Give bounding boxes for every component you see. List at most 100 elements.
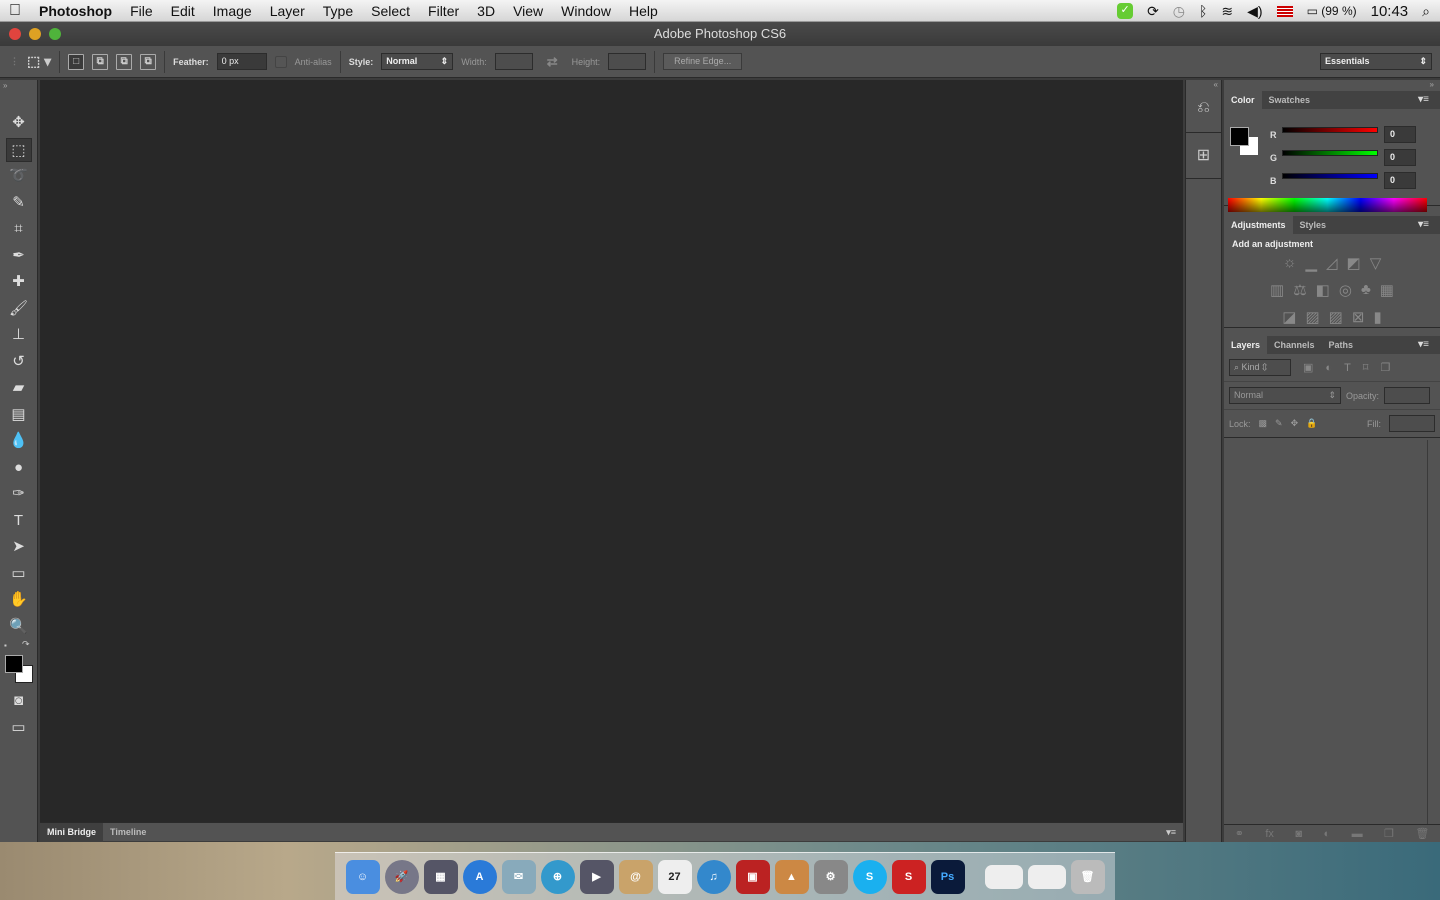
curves-icon[interactable]: ◿ [1326, 254, 1338, 272]
system-preferences-icon[interactable]: ⚙ [813, 859, 848, 894]
sync-icon[interactable]: ⟳ [1147, 3, 1159, 20]
trash-icon[interactable]: 🗑 [1070, 859, 1105, 894]
launchpad-icon[interactable]: 🚀 [384, 859, 419, 894]
menu-help[interactable]: Help [620, 3, 667, 19]
blur-tool[interactable]: 💧 [6, 429, 32, 453]
time-machine-icon[interactable]: ◷ [1173, 3, 1185, 20]
photo-booth-icon[interactable]: ▣ [735, 859, 770, 894]
menu-file[interactable]: File [121, 3, 162, 19]
menu-type[interactable]: Type [314, 3, 362, 19]
tab-styles[interactable]: Styles [1293, 216, 1334, 234]
menu-window[interactable]: Window [552, 3, 620, 19]
swap-icon[interactable]: ⇄ [541, 54, 564, 70]
blue-value[interactable]: 0 [1384, 172, 1416, 189]
workspace-select[interactable]: Essentials ⇕ [1320, 53, 1432, 70]
color-lookup-icon[interactable]: ▦ [1380, 281, 1394, 299]
contacts-icon[interactable]: @ [618, 859, 653, 894]
add-to-selection-icon[interactable]: ⧉ [92, 53, 109, 70]
exposure-icon[interactable]: ◩ [1347, 254, 1361, 272]
sketchbook-icon[interactable]: S [891, 859, 926, 894]
expand-icon[interactable]: » [1224, 80, 1440, 91]
close-button[interactable] [9, 28, 21, 40]
menu-select[interactable]: Select [362, 3, 419, 19]
minimize-button[interactable] [29, 28, 41, 40]
menu-view[interactable]: View [504, 3, 552, 19]
tool-preset-picker[interactable]: ⬚ ▾ [27, 53, 51, 70]
red-slider[interactable] [1282, 127, 1378, 133]
blend-mode-select[interactable]: Normal ⇕ [1229, 387, 1341, 404]
antialias-checkbox[interactable] [274, 55, 287, 68]
lock-position-icon[interactable]: ✥ [1291, 418, 1299, 429]
menu-image[interactable]: Image [204, 3, 261, 19]
swap-colors-icon[interactable]: ↷ [22, 639, 30, 650]
subtract-from-selection-icon[interactable]: ⧉ [116, 53, 133, 70]
skype-icon[interactable]: S [852, 859, 887, 894]
red-value[interactable]: 0 [1384, 126, 1416, 143]
menu-3d[interactable]: 3D [468, 3, 504, 19]
new-layer-icon[interactable]: ❐ [1384, 827, 1394, 840]
tab-color[interactable]: Color [1224, 91, 1262, 109]
panel-menu-icon[interactable]: ▾≡ [1411, 336, 1436, 354]
intersect-selection-icon[interactable]: ⧉ [140, 53, 157, 70]
screen-mode-icon[interactable]: ▭ [6, 716, 32, 740]
vibrance-icon[interactable]: ▽ [1370, 254, 1382, 272]
gradient-tool[interactable]: ▤ [6, 403, 32, 427]
height-input[interactable] [608, 53, 647, 70]
width-input[interactable] [494, 53, 533, 70]
wifi-icon[interactable]: ≋ [1221, 3, 1233, 20]
add-mask-icon[interactable]: ◙ [1295, 828, 1302, 840]
facetime-icon[interactable]: ▶ [579, 859, 614, 894]
fill-input[interactable] [1389, 415, 1435, 432]
volume-icon[interactable]: ◀) [1247, 3, 1262, 20]
spotlight-icon[interactable]: ⌕ [1422, 3, 1430, 20]
history-panel-icon[interactable]: ⎌ [1186, 89, 1221, 133]
layer-style-icon[interactable]: fx [1265, 828, 1274, 840]
zoom-button[interactable] [49, 28, 61, 40]
tab-swatches[interactable]: Swatches [1262, 91, 1318, 109]
blue-slider[interactable] [1282, 173, 1378, 179]
filter-shape-icon[interactable]: ⌑ [1363, 361, 1369, 374]
opacity-input[interactable] [1384, 387, 1431, 404]
clock[interactable]: 10:43 [1371, 3, 1409, 20]
dodge-tool[interactable]: ● [6, 456, 32, 480]
color-spectrum[interactable] [1228, 198, 1427, 212]
tab-layers[interactable]: Layers [1224, 336, 1268, 354]
us-flag-icon[interactable] [1276, 5, 1293, 17]
lock-transparent-icon[interactable]: ▩ [1259, 418, 1268, 429]
tab-channels[interactable]: Channels [1267, 336, 1322, 354]
finder-icon[interactable]: ☺ [345, 859, 380, 894]
type-tool[interactable]: T [6, 509, 32, 533]
document-area[interactable] [40, 80, 1183, 822]
collapse-icon[interactable]: « [1186, 80, 1221, 89]
app-store-icon[interactable]: A [462, 859, 497, 894]
filter-pixel-icon[interactable]: ▣ [1303, 361, 1313, 374]
calendar-icon[interactable]: 27 [657, 859, 692, 894]
healing-brush-tool[interactable]: ✚ [6, 270, 32, 294]
menu-layer[interactable]: Layer [261, 3, 314, 19]
battery-status[interactable]: ▭ (99 %) [1307, 4, 1357, 18]
crop-tool[interactable]: ⌗ [6, 217, 32, 241]
path-selection-tool[interactable]: ➤ [6, 535, 32, 559]
green-value[interactable]: 0 [1384, 149, 1416, 166]
rectangle-tool[interactable]: ▭ [6, 562, 32, 586]
posterize-icon[interactable]: ▨ [1305, 308, 1319, 326]
pen-tool[interactable]: ✑ [6, 482, 32, 506]
panel-menu-icon[interactable]: ▾≡ [1411, 91, 1436, 109]
new-group-icon[interactable]: ▬ [1352, 828, 1363, 840]
evernote-icon[interactable]: ✓ [1117, 3, 1134, 19]
bluetooth-icon[interactable]: ᛒ [1199, 3, 1207, 19]
refine-edge-button[interactable]: Refine Edge... [663, 53, 743, 70]
lasso-tool[interactable]: ➰ [6, 164, 32, 188]
tab-timeline[interactable]: Timeline [103, 823, 153, 842]
tab-mini-bridge[interactable]: Mini Bridge [40, 822, 103, 842]
color-balance-icon[interactable]: ⚖ [1293, 281, 1306, 299]
menu-edit[interactable]: Edit [162, 3, 204, 19]
quick-selection-tool[interactable]: ✎ [6, 191, 32, 215]
tab-paths[interactable]: Paths [1322, 336, 1361, 354]
hand-tool[interactable]: ✋ [6, 588, 32, 612]
photoshop-icon[interactable]: Ps [930, 859, 965, 894]
hue-saturation-icon[interactable]: ▥ [1270, 281, 1284, 299]
minimized-window-icon[interactable] [1027, 864, 1066, 889]
foreground-color[interactable] [1230, 127, 1249, 146]
panel-menu-icon[interactable]: ▾≡ [1411, 216, 1436, 234]
